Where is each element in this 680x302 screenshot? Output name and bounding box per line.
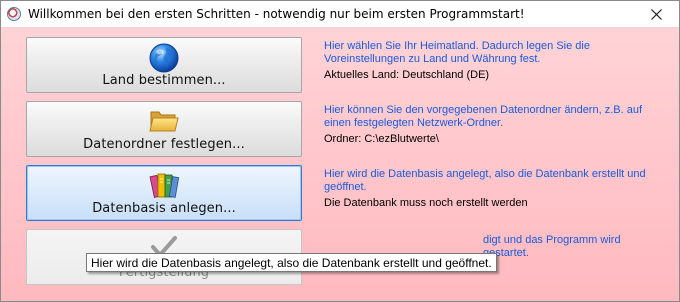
database-books-icon — [148, 170, 180, 204]
datenordner-festlegen-button[interactable]: Datenordner festlegen... — [26, 101, 302, 157]
window-title: Willkommen bei den ersten Schritten - no… — [28, 7, 525, 21]
folder-icon — [149, 106, 179, 138]
database-status: Die Datenbank muss noch erstellt werden — [324, 197, 528, 209]
tooltip: Hier wird die Datenbasis angelegt, also … — [86, 253, 497, 272]
title-bar: Willkommen bei den ersten Schritten - no… — [1, 1, 679, 27]
land-description: Hier wählen Sie Ihr Heimatland. Dadurch … — [324, 40, 669, 82]
globe-icon — [148, 42, 180, 78]
land-description-text: Hier wählen Sie Ihr Heimatland. Dadurch … — [324, 40, 590, 65]
dialog-content: Land bestimmen... Hier wählen Sie Ihr He… — [1, 27, 679, 301]
close-icon — [650, 8, 662, 20]
close-button[interactable] — [633, 1, 679, 27]
datenbasis-anlegen-button[interactable]: Datenbasis anlegen... — [26, 165, 302, 221]
datenordner-festlegen-label: Datenordner festlegen... — [83, 137, 245, 152]
current-country-status: Aktuelles Land: Deutschland (DE) — [324, 69, 490, 81]
app-icon — [7, 7, 21, 21]
land-bestimmen-button[interactable]: Land bestimmen... — [26, 37, 302, 93]
datenordner-description-text: Hier können Sie den vorgegebenen Datenor… — [324, 104, 642, 129]
datenbasis-description-text: Hier wird die Datenbasis angelegt, also … — [324, 168, 646, 193]
datenordner-description: Hier können Sie den vorgegebenen Datenor… — [324, 104, 669, 146]
folder-status: Ordner: C:\ezBlutwerte\ — [324, 133, 439, 145]
datenbasis-description: Hier wird die Datenbasis angelegt, also … — [324, 168, 669, 210]
welcome-dialog: Willkommen bei den ersten Schritten - no… — [0, 0, 680, 302]
